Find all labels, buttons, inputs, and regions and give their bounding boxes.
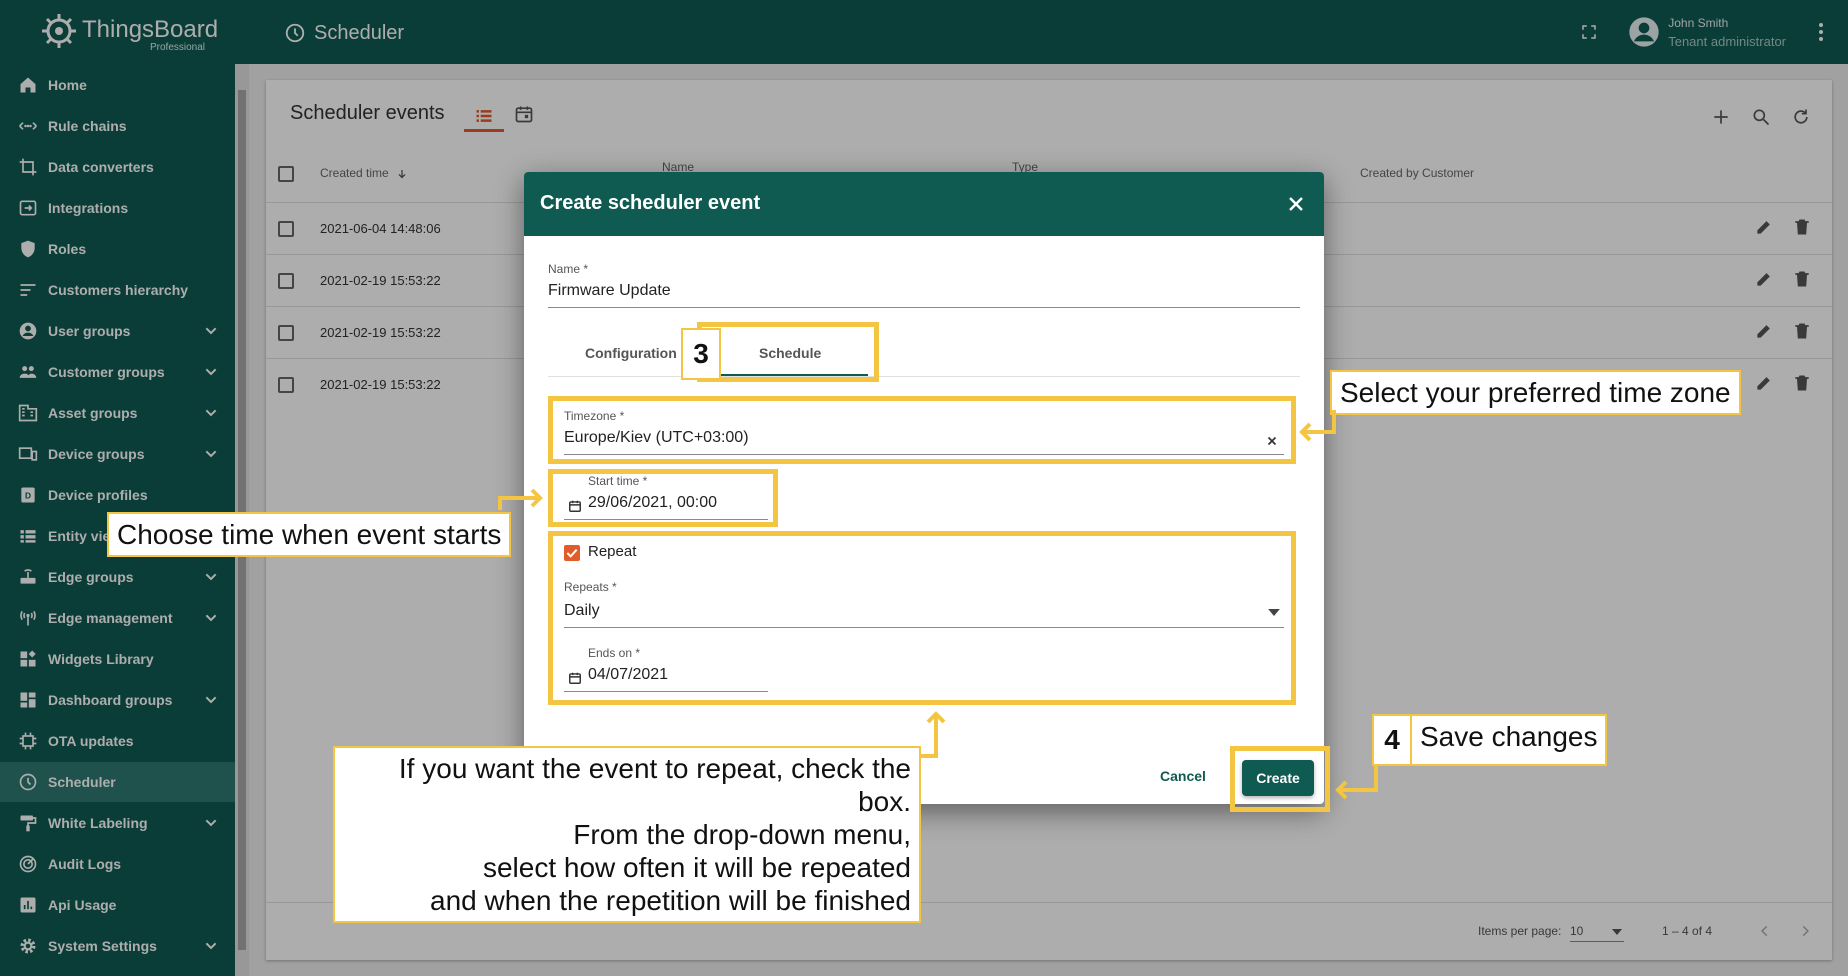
ends-on-input[interactable]: 04/07/2021 xyxy=(588,666,668,684)
timezone-callout: Select your preferred time zone xyxy=(1330,370,1741,415)
repeat-callout-line-2: From the drop-down menu, xyxy=(573,819,911,850)
calendar-clock-icon[interactable] xyxy=(568,499,582,513)
repeat-callout: If you want the event to repeat, check t… xyxy=(333,746,921,923)
cancel-button[interactable]: Cancel xyxy=(1160,768,1206,784)
timezone-arrow-icon xyxy=(1299,410,1336,442)
save-arrow-icon xyxy=(1335,764,1378,800)
dialog-title: Create scheduler event xyxy=(540,192,761,214)
timezone-underline xyxy=(564,454,1284,455)
step-3-badge: 3 xyxy=(681,328,721,380)
ends-on-label: Ends on * xyxy=(588,646,641,660)
save-callout: Save changes xyxy=(1410,714,1608,766)
name-underline xyxy=(548,307,1300,308)
start-time-input[interactable]: 29/06/2021, 00:00 xyxy=(588,494,717,512)
calendar-icon[interactable] xyxy=(568,671,582,685)
tab-schedule[interactable]: Schedule xyxy=(759,345,821,361)
repeat-label: Repeat xyxy=(588,543,637,560)
repeat-callout-line-1: If you want the event to repeat, check t… xyxy=(398,753,911,817)
repeats-select[interactable]: Daily xyxy=(564,602,600,620)
close-icon[interactable] xyxy=(1284,192,1308,216)
timezone-input[interactable]: Europe/Kiev (UTC+03:00) xyxy=(564,429,749,447)
start-time-callout: Choose time when event starts xyxy=(107,512,512,557)
start-time-underline xyxy=(564,519,768,520)
clear-icon[interactable] xyxy=(1265,434,1279,448)
dropdown-arrow-icon[interactable] xyxy=(1268,609,1280,616)
repeat-checkbox[interactable] xyxy=(564,545,580,561)
name-label: Name * xyxy=(548,262,589,276)
repeat-arrow-icon xyxy=(920,711,946,758)
tabs-divider xyxy=(548,376,1300,377)
repeat-callout-line-4: and when the repetition will be finished xyxy=(430,885,911,916)
create-button[interactable]: Create xyxy=(1242,760,1314,796)
dialog-header: Create scheduler event xyxy=(524,172,1324,236)
check-icon xyxy=(566,548,578,558)
step-4-badge: 4 xyxy=(1372,714,1412,766)
tab-configuration[interactable]: Configuration xyxy=(585,345,677,361)
name-input[interactable]: Firmware Update xyxy=(548,282,671,300)
repeats-label: Repeats * xyxy=(564,580,617,594)
ends-on-underline xyxy=(564,691,768,692)
repeats-underline xyxy=(564,627,1284,628)
timezone-label: Timezone * xyxy=(564,409,625,423)
start-time-arrow-icon xyxy=(498,488,543,510)
repeat-callout-line-3: select how often it will be repeated xyxy=(482,852,911,883)
start-time-label: Start time * xyxy=(588,474,648,488)
